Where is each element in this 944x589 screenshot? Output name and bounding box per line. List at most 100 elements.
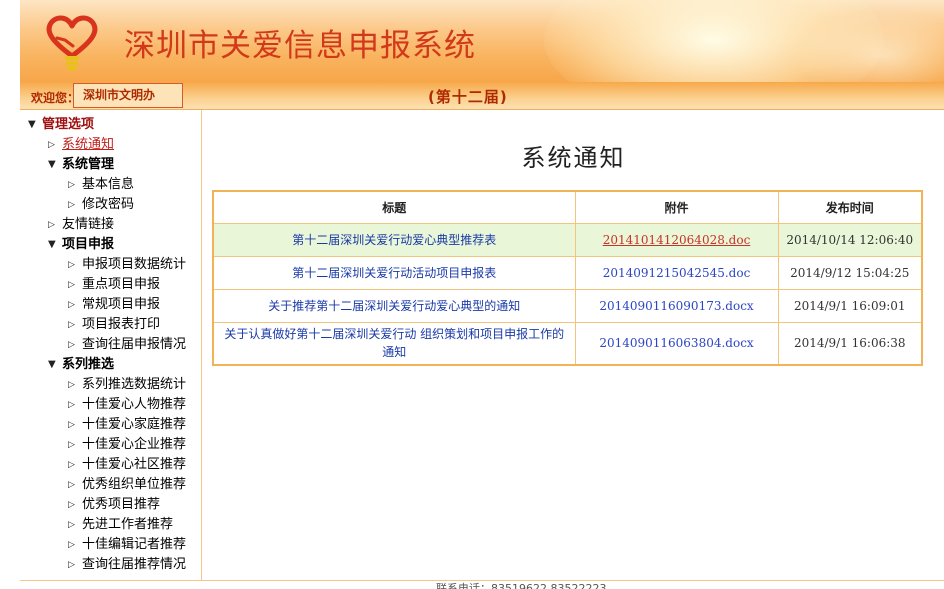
- collapse-arrow-icon[interactable]: ▷: [68, 275, 82, 295]
- sidebar-item-5[interactable]: ▷ 友情链接: [48, 215, 114, 235]
- table-row: 关于认真做好第十二届深圳关爱行动 组织策划和项目申报工作的通知 201409011…: [212, 321, 923, 366]
- publish-time-cell: 2014/9/12 15:04:25: [777, 255, 923, 290]
- footer-contact: 联系电话：83519622 83522223: [436, 582, 607, 589]
- sidebar-item-10[interactable]: ▷ 项目报表打印: [68, 315, 160, 335]
- sidebar-item-9[interactable]: ▷ 常规项目申报: [68, 295, 160, 315]
- expand-arrow-icon[interactable]: ▼: [48, 235, 62, 255]
- sidebar-item-label: 常规项目申报: [82, 297, 161, 312]
- column-header-title: 标题: [212, 190, 576, 224]
- sidebar-item-label: 项目申报: [62, 237, 115, 252]
- sidebar-item-7[interactable]: ▷ 申报项目数据统计: [68, 255, 186, 275]
- collapse-arrow-icon[interactable]: ▷: [68, 295, 82, 315]
- welcome-label: 欢迎您：: [31, 91, 80, 105]
- expand-arrow-icon[interactable]: ▼: [48, 155, 62, 175]
- collapse-arrow-icon[interactable]: ▷: [68, 475, 82, 495]
- sidebar-item-1[interactable]: ▷ 系统通知: [48, 135, 114, 155]
- collapse-arrow-icon[interactable]: ▷: [48, 215, 62, 235]
- attachment-link[interactable]: 2014091215042545.doc: [603, 266, 751, 280]
- attachment-link[interactable]: 2014090116063804.docx: [599, 336, 753, 350]
- collapse-arrow-icon[interactable]: ▷: [48, 135, 62, 155]
- sidebar-item-label: 修改密码: [82, 197, 135, 212]
- attachment-cell: 2014101412064028.doc: [574, 222, 779, 257]
- sidebar-item-11[interactable]: ▷ 查询往届申报情况: [68, 335, 186, 355]
- collapse-arrow-icon[interactable]: ▷: [68, 335, 82, 355]
- site-title: 深圳市关爱信息申报系统: [124, 28, 476, 64]
- collapse-arrow-icon[interactable]: ▷: [68, 375, 82, 395]
- notice-title-link[interactable]: 第十二届深圳关爱行动活动项目申报表: [212, 255, 576, 290]
- sidebar-item-label: 十佳爱心社区推荐: [82, 457, 187, 472]
- collapse-arrow-icon[interactable]: ▷: [68, 255, 82, 275]
- sidebar-item-0[interactable]: ▼ 管理选项: [28, 115, 94, 135]
- sidebar-item-label: 重点项目申报: [82, 277, 161, 292]
- sidebar-item-4[interactable]: ▷ 修改密码: [68, 195, 134, 215]
- sidebar-item-14[interactable]: ▷ 十佳爱心人物推荐: [68, 395, 186, 415]
- publish-time-cell: 2014/9/1 16:06:38: [777, 321, 923, 366]
- sidebar-item-label: 友情链接: [62, 217, 115, 232]
- attachment-cell: 2014090116090173.docx: [574, 288, 779, 323]
- sidebar-item-16[interactable]: ▷ 十佳爱心企业推荐: [68, 435, 186, 455]
- collapse-arrow-icon[interactable]: ▷: [68, 175, 82, 195]
- publish-time-cell: 2014/9/1 16:09:01: [777, 288, 923, 323]
- attachment-link[interactable]: 2014101412064028.doc: [603, 233, 751, 247]
- current-user-box: 深圳市文明办: [73, 83, 183, 108]
- sidebar-item-21[interactable]: ▷ 十佳编辑记者推荐: [68, 535, 186, 555]
- collapse-arrow-icon[interactable]: ▷: [68, 395, 82, 415]
- sidebar-item-label: 优秀组织单位推荐: [82, 477, 187, 492]
- collapse-arrow-icon[interactable]: ▷: [68, 315, 82, 335]
- sidebar-item-label: 优秀项目推荐: [82, 497, 161, 512]
- sidebar-item-label: 系列推选数据统计: [82, 377, 187, 392]
- sidebar-item-3[interactable]: ▷ 基本信息: [68, 175, 134, 195]
- sidebar-item-label: 管理选项: [42, 117, 95, 132]
- collapse-arrow-icon[interactable]: ▷: [68, 515, 82, 535]
- sidebar-item-label: 十佳爱心企业推荐: [82, 437, 187, 452]
- sidebar-item-20[interactable]: ▷ 先进工作者推荐: [68, 515, 173, 535]
- sidebar-item-13[interactable]: ▷ 系列推选数据统计: [68, 375, 186, 395]
- welcome-bar: 欢迎您： 深圳市文明办 (第十二届): [20, 82, 944, 110]
- sidebar-item-label: 查询往届申报情况: [82, 337, 187, 352]
- sidebar-item-label: 系列推选: [62, 357, 115, 372]
- sidebar-item-label: 十佳编辑记者推荐: [82, 537, 187, 552]
- collapse-arrow-icon[interactable]: ▷: [68, 455, 82, 475]
- sidebar-item-label: 十佳爱心人物推荐: [82, 397, 187, 412]
- attachment-link[interactable]: 2014090116090173.docx: [599, 299, 753, 313]
- session-label: (第十二届): [428, 88, 508, 106]
- table-header-row: 标题 附件 发布时间: [212, 190, 923, 224]
- collapse-arrow-icon[interactable]: ▷: [68, 415, 82, 435]
- table-row: 第十二届深圳关爱行动活动项目申报表 2014091215042545.doc 201…: [212, 255, 923, 290]
- sidebar-item-17[interactable]: ▷ 十佳爱心社区推荐: [68, 455, 186, 475]
- publish-time-cell: 2014/10/14 12:06:40: [777, 222, 923, 257]
- attachment-cell: 2014090116063804.docx: [574, 321, 779, 366]
- sidebar-item-19[interactable]: ▷ 优秀项目推荐: [68, 495, 160, 515]
- table-row: 第十二届深圳关爱行动爱心典型推荐表 2014101412064028.doc 201…: [212, 222, 923, 257]
- notice-table: 标题 附件 发布时间 第十二届深圳关爱行动爱心典型推荐表 201410141206…: [212, 190, 923, 366]
- column-header-attachment: 附件: [574, 190, 779, 224]
- main-content: 系统通知 标题 附件 发布时间 第十二届深圳关爱行动爱心典型推荐表 2014101…: [203, 110, 944, 580]
- collapse-arrow-icon[interactable]: ▷: [68, 555, 82, 575]
- header-banner: 深圳市关爱信息申报系统: [20, 0, 944, 82]
- notice-title-link[interactable]: 关于推荐第十二届深圳关爱行动爱心典型的通知: [212, 288, 576, 323]
- app-window: 深圳市关爱信息申报系统 欢迎您： 深圳市文明办 (第十二届) ▼ 管理选项 ▷ 系统通…: [0, 0, 944, 589]
- sidebar-nav-tree: ▼ 管理选项 ▷ 系统通知 ▼ 系统管理 ▷ 基本信息 ▷ 修改密码 ▷ 友情链接 ▼ 项目申报 ▷ 申报项目…: [20, 110, 202, 580]
- sidebar-item-8[interactable]: ▷ 重点项目申报: [68, 275, 160, 295]
- expand-arrow-icon[interactable]: ▼: [28, 115, 42, 135]
- collapse-arrow-icon[interactable]: ▷: [68, 195, 82, 215]
- notice-title-link[interactable]: 关于认真做好第十二届深圳关爱行动 组织策划和项目申报工作的通知: [212, 321, 576, 366]
- page-title: 系统通知: [521, 144, 626, 172]
- heart-logo-icon: [46, 15, 98, 70]
- sidebar-item-12[interactable]: ▼ 系列推选: [48, 355, 114, 375]
- sidebar-item-15[interactable]: ▷ 十佳爱心家庭推荐: [68, 415, 186, 435]
- sidebar-item-label: 申报项目数据统计: [82, 257, 187, 272]
- expand-arrow-icon[interactable]: ▼: [48, 355, 62, 375]
- collapse-arrow-icon[interactable]: ▷: [68, 435, 82, 455]
- sidebar-item-22[interactable]: ▷ 查询往届推荐情况: [68, 555, 186, 575]
- sidebar-item-label: 系统通知: [62, 137, 115, 152]
- footer-divider: [20, 580, 944, 581]
- sidebar-item-2[interactable]: ▼ 系统管理: [48, 155, 114, 175]
- sidebar-item-18[interactable]: ▷ 优秀组织单位推荐: [68, 475, 186, 495]
- collapse-arrow-icon[interactable]: ▷: [68, 535, 82, 555]
- notice-title-link[interactable]: 第十二届深圳关爱行动爱心典型推荐表: [212, 222, 576, 257]
- table-row: 关于推荐第十二届深圳关爱行动爱心典型的通知 2014090116090173.do…: [212, 288, 923, 323]
- collapse-arrow-icon[interactable]: ▷: [68, 495, 82, 515]
- column-header-publish-time: 发布时间: [777, 190, 923, 224]
- sidebar-item-6[interactable]: ▼ 项目申报: [48, 235, 114, 255]
